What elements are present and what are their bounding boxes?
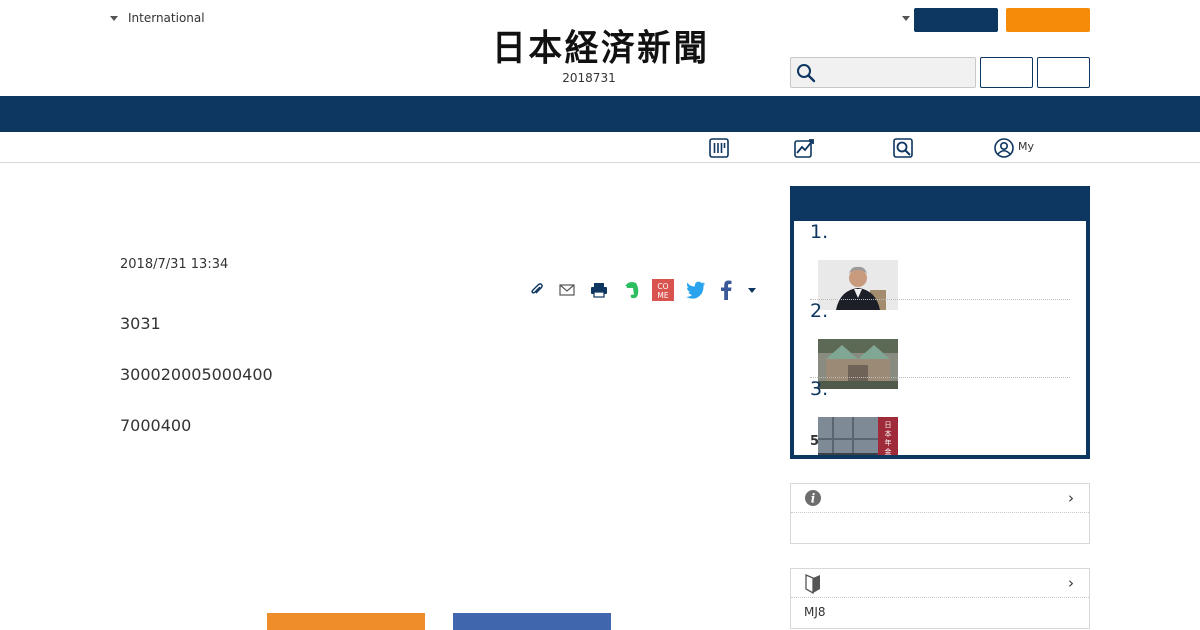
beginner-box-header[interactable]: › (791, 569, 1089, 598)
print-icon[interactable] (588, 279, 610, 301)
header-button-1[interactable] (980, 57, 1033, 88)
newspaper-icon[interactable] (708, 137, 730, 159)
beginner-mark-icon (804, 574, 822, 598)
search-icon (797, 64, 816, 83)
article-paragraph: 3031 (120, 314, 161, 333)
rank-divider (810, 299, 1070, 300)
account-menu-caret-icon[interactable] (902, 16, 910, 21)
article-paragraph: 300020005000400 (120, 365, 273, 384)
info-box-header[interactable]: i › (791, 484, 1089, 513)
my-page-link[interactable]: My (1018, 140, 1034, 153)
blue-cta-button[interactable] (453, 613, 611, 630)
mail-icon[interactable] (556, 279, 578, 301)
comment-icon[interactable]: CO ME (652, 279, 674, 301)
header-button-2[interactable] (1037, 57, 1090, 88)
chevron-right-icon: › (1068, 489, 1074, 507)
market-chart-icon[interactable] (793, 137, 815, 159)
clip-icon[interactable] (526, 279, 548, 301)
site-header: International 日本経済新聞 2018731 (0, 0, 1200, 96)
svg-text:i: i (811, 492, 816, 506)
edition-date: 2018731 (562, 71, 616, 85)
beginner-box: › MJ8 (790, 568, 1090, 629)
orange-cta-button[interactable] (267, 613, 425, 630)
search-input[interactable] (790, 57, 976, 88)
facebook-icon[interactable] (715, 279, 737, 301)
ranking-list: 1. 2. 3. 59 (794, 221, 1086, 455)
user-icon[interactable] (993, 137, 1015, 159)
article-paragraph: 7000400 (120, 416, 192, 435)
chevron-right-icon: › (1068, 574, 1074, 592)
pension-office-photo[interactable]: 日 本 年 金 機 (818, 417, 898, 455)
green-roof-building-photo[interactable] (818, 339, 898, 389)
svg-text:ME: ME (657, 291, 668, 300)
region-label: International (128, 11, 205, 25)
rank-number: 1. (810, 221, 829, 243)
subscribe-button[interactable] (1006, 8, 1090, 32)
svg-text:金: 金 (885, 447, 892, 455)
evernote-icon[interactable] (621, 279, 643, 301)
region-selector[interactable]: International (110, 11, 205, 25)
rank-divider (810, 377, 1070, 378)
info-icon: i (804, 489, 822, 511)
svg-text:年: 年 (885, 438, 892, 447)
ranking-panel: 1. 2. 3. 59 (790, 186, 1090, 459)
article-timestamp: 2018/7/31 13:34 (120, 257, 229, 272)
search-icon[interactable] (892, 137, 914, 159)
site-logo[interactable]: 日本経済新聞 (462, 27, 741, 69)
svg-text:日: 日 (885, 421, 892, 429)
twitter-icon[interactable] (685, 279, 707, 301)
rank-number: 3. (810, 378, 829, 400)
info-box: i › (790, 483, 1090, 544)
man-with-glasses-photo[interactable] (818, 260, 898, 310)
caret-down-icon (110, 15, 118, 21)
svg-text:CO: CO (657, 282, 668, 291)
sub-nav: My (0, 132, 1200, 163)
more-caret-icon[interactable] (741, 279, 763, 301)
main-nav-bar (0, 96, 1200, 132)
rank-number: 2. (810, 300, 829, 322)
svg-text:本: 本 (885, 429, 892, 438)
login-button[interactable] (914, 8, 998, 32)
beginner-box-text: MJ8 (804, 605, 826, 619)
